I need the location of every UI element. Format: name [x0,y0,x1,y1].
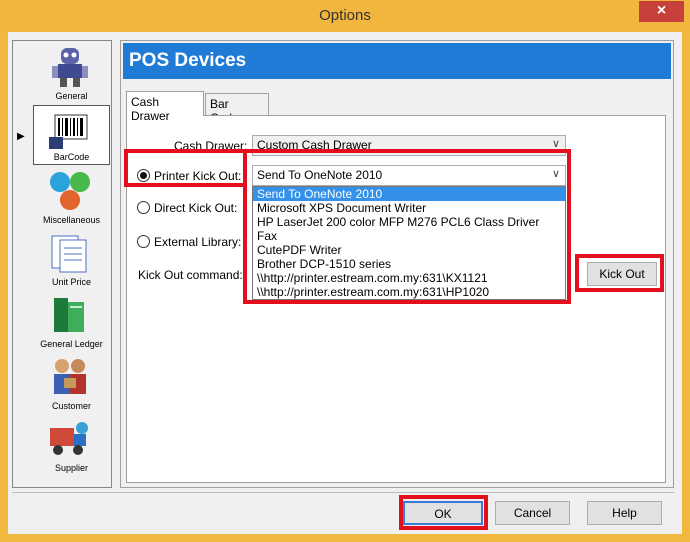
sidebar-item-barcode[interactable]: BarCode [33,105,110,165]
barcode-icon [49,114,88,149]
sidebar-item-supplier[interactable]: Supplier [33,415,110,475]
kick-out-button[interactable]: Kick Out [587,262,657,286]
sidebar-item-label: Unit Price [51,277,91,287]
cash-drawer-tab-page: Cash Drawer: Custom Cash Drawer ∨ Printe… [126,115,666,483]
tab-bar-codes[interactable]: Bar Codes [205,93,269,125]
title-bar: Options × [0,0,690,32]
list-item[interactable]: Send To OneNote 2010 [253,187,565,201]
sidebar-item-general[interactable]: General [33,43,110,103]
selected-marker-icon: ▶ [17,131,25,142]
cash-drawer-select[interactable]: Custom Cash Drawer ∨ [252,135,566,156]
cash-drawer-value: Custom Cash Drawer [257,138,372,152]
sidebar-item-label: General [55,91,88,101]
ok-button[interactable]: OK [403,501,483,525]
truck-icon [50,422,88,455]
robot-icon [52,48,88,87]
printer-select-value: Send To OneNote 2010 [257,168,383,182]
kick-out-command-label: Kick Out command: [138,268,243,282]
list-item[interactable]: Brother DCP-1510 series [253,257,565,271]
printer-select[interactable]: Send To OneNote 2010 ∨ [252,165,566,186]
list-item[interactable]: \\http://printer.estream.com.my:631\HP10… [253,285,565,299]
list-item[interactable]: Microsoft XPS Document Writer [253,201,565,215]
help-button[interactable]: Help [587,501,662,525]
panel-title: POS Devices [123,43,671,79]
list-item[interactable]: \\http://printer.estream.com.my:631\KX11… [253,271,565,285]
printer-kick-out-option[interactable]: Printer Kick Out: [137,169,241,183]
sidebar-item-label: Customer [51,401,91,411]
cancel-button[interactable]: Cancel [495,501,570,525]
list-item[interactable]: Fax [253,229,565,243]
customer-icon [54,359,86,394]
sidebar-item-label: Supplier [54,463,89,473]
sidebar-item-unit-price[interactable]: Unit Price [33,229,110,289]
cash-drawer-label: Cash Drawer: [174,139,248,153]
chevron-down-icon: ∨ [551,168,560,180]
sidebar-item-label: General Ledger [40,339,103,349]
list-item[interactable]: HP LaserJet 200 color MFP M276 PCL6 Clas… [253,215,565,229]
external-library-radio[interactable] [137,235,150,248]
sidebar-item-label: Miscellaneous [42,215,101,225]
documents-icon [51,235,87,273]
printer-dropdown-list: Send To OneNote 2010 Microsoft XPS Docum… [252,186,566,300]
sidebar-item-label: BarCode [53,152,90,162]
direct-kick-out-radio[interactable] [137,201,150,214]
direct-kick-out-label: Direct Kick Out: [154,201,238,215]
sidebar-item-general-ledger[interactable]: General Ledger [33,291,110,351]
chevron-down-icon: ∨ [551,138,560,150]
printer-kick-out-radio[interactable] [137,169,150,182]
list-item[interactable]: CutePDF Writer [253,243,565,257]
printer-kick-out-label: Printer Kick Out: [154,169,242,183]
tab-cash-drawer[interactable]: Cash Drawer [126,91,204,123]
close-button[interactable]: × [639,1,684,22]
external-library-option[interactable]: External Library: [137,235,241,249]
options-sidebar: ▶ General BarCode Miscellaneous Unit Pri… [12,40,112,488]
dialog-body: ▶ General BarCode Miscellaneous Unit Pri… [8,32,682,534]
pos-devices-panel: POS Devices Cash Drawer Bar Codes Cash D… [120,40,674,488]
sidebar-item-miscellaneous[interactable]: Miscellaneous [33,167,110,227]
globe-icon [50,172,90,210]
divider [12,492,674,493]
external-library-label: External Library: [154,235,242,249]
sidebar-item-customer[interactable]: Customer [33,353,110,413]
window-title: Options [319,7,371,24]
ledger-books-icon [54,298,84,332]
direct-kick-out-option[interactable]: Direct Kick Out: [137,201,237,215]
